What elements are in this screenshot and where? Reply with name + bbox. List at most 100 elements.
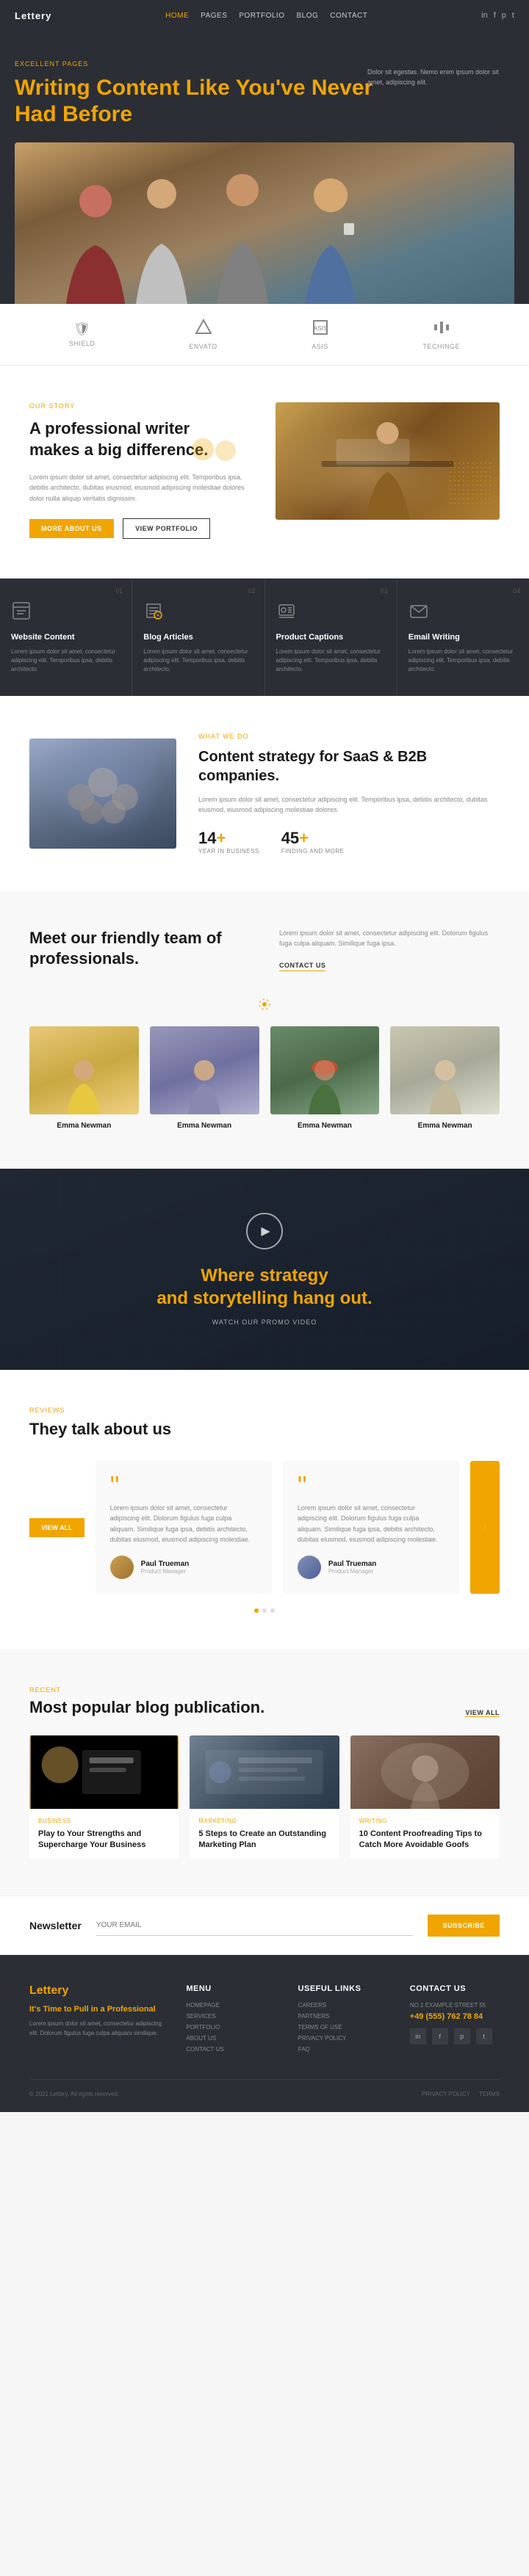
blog-content-1: BUSINESS Play to Your Strengths and Supe… xyxy=(29,1809,179,1859)
author-info-1: Paul Trueman Product Manager xyxy=(141,1560,190,1575)
service-name-1: Website Content xyxy=(11,633,120,642)
brand-logo[interactable]: Lettery xyxy=(15,10,51,21)
stat-projects-label: FINDING AND MORE xyxy=(281,848,345,855)
blog-card-title-1: Play to Your Strengths and Supercharge Y… xyxy=(38,1829,170,1850)
service-desc-2: Lorem ipsum dolor sit amet, consectetur … xyxy=(143,647,253,674)
strategy-section: WHAT WE DO Content strategy for SaaS & B… xyxy=(0,696,529,891)
nav-links: HOME PAGES PORTFOLIO BLOG CONTACT xyxy=(165,12,367,20)
author-name-2: Paul Trueman xyxy=(328,1560,377,1568)
footer-link-homepage[interactable]: HOMEPAGE xyxy=(186,2002,276,2009)
footer-menu-title: Menu xyxy=(186,1984,276,1993)
subscribe-button[interactable]: SUBSCRIBE xyxy=(428,1915,500,1937)
service-num-2: 02 xyxy=(248,587,255,595)
newsletter-label: Newsletter xyxy=(29,1920,82,1931)
nav-link-portfolio[interactable]: PORTFOLIO xyxy=(239,12,284,20)
footer-copyright: © 2021 Lettery. All rights reserved. xyxy=(29,2091,119,2097)
footer-social-pinterest[interactable]: p xyxy=(454,2028,470,2045)
social-linkedin-icon[interactable]: in xyxy=(481,11,488,20)
footer-link-services[interactable]: SERVICES xyxy=(186,2013,276,2020)
blog-image-3 xyxy=(350,1735,500,1809)
logo-envato-name: ENVATO xyxy=(189,343,217,350)
footer-tagline: It's Time to Pull in a Professional xyxy=(29,2005,164,2014)
team-right: Lorem ipsum dolor sit amet, consectetur … xyxy=(279,928,500,971)
blog-header-left: RECENT Most popular blog publication. xyxy=(29,1686,264,1717)
blog-content-3: WRITING 10 Content Proofreading Tips to … xyxy=(350,1809,500,1859)
footer-social-twitter[interactable]: t xyxy=(476,2028,492,2045)
dot-1[interactable] xyxy=(254,1608,259,1613)
contact-us-link[interactable]: CONTACT US xyxy=(279,962,325,971)
footer-address: NO.1 EXAMPLE STREET 55 xyxy=(410,2002,500,2009)
strategy-desc: Lorem ipsum dolor sit amet, consectetur … xyxy=(198,794,500,816)
testimonial-card-1: " Lorem ipsum dolor sit amet, consectetu… xyxy=(96,1461,272,1594)
social-pinterest-icon[interactable]: p xyxy=(502,11,506,20)
footer-bottom-privacy[interactable]: PRIVACY POLICY xyxy=(422,2091,470,2097)
footer-col-contact: Contact Us NO.1 EXAMPLE STREET 55 +49 (5… xyxy=(410,1984,500,2057)
footer-useful-title: Useful Links xyxy=(298,1984,388,1993)
quote-mark-2: " xyxy=(298,1476,445,1497)
nav-link-blog[interactable]: BLOG xyxy=(296,12,318,20)
footer-link-partners[interactable]: PARTNERS xyxy=(298,2013,388,2020)
stat-years: 14+ YEAR IN BUSINESS xyxy=(198,829,259,855)
asis-icon: ASIS xyxy=(312,319,329,340)
testimonial-text-1: Lorem ipsum dolor sit amet, consectetur … xyxy=(110,1503,257,1545)
video-section: Where strategy and storytelling hang out… xyxy=(0,1169,529,1370)
testimonials-action-col: VIEW ALL xyxy=(29,1461,84,1594)
testimonial-avatar-1 xyxy=(110,1556,134,1579)
footer-link-about[interactable]: ABOUT US xyxy=(186,2035,276,2042)
dot-2[interactable] xyxy=(262,1608,267,1613)
testimonials-header: REVIEWS They talk about us xyxy=(29,1407,500,1439)
footer-logo: Lettery xyxy=(29,1984,164,1998)
social-twitter-icon[interactable]: t xyxy=(512,11,514,20)
logo-shield-name: SHIELD xyxy=(69,340,96,347)
footer-link-terms[interactable]: TERMS OF USE xyxy=(298,2024,388,2031)
social-facebook-icon[interactable]: f xyxy=(494,11,496,20)
footer-social-facebook[interactable]: f xyxy=(432,2028,448,2045)
team-name-1: Emma Newman xyxy=(29,1122,139,1130)
blog-card-1[interactable]: BUSINESS Play to Your Strengths and Supe… xyxy=(29,1735,179,1859)
service-desc-4: Lorem ipsum dolor sit amet, consectetur … xyxy=(409,647,518,674)
view-all-testimonials-btn[interactable]: VIEW ALL xyxy=(29,1518,84,1537)
blog-title: Most popular blog publication. xyxy=(29,1698,264,1717)
logo-asis-name: ASIS xyxy=(312,343,328,350)
logo-shield: 🛡 SHIELD xyxy=(69,322,96,347)
footer-link-portfolio[interactable]: PORTFOLIO xyxy=(186,2024,276,2031)
footer-phone: +49 (555) 762 78 84 xyxy=(410,2012,500,2021)
play-button[interactable] xyxy=(246,1213,283,1249)
view-portfolio-btn[interactable]: VIEW PORTFOLIO xyxy=(123,518,210,539)
footer-link-privacy[interactable]: PRIVACY POLICY xyxy=(298,2035,388,2042)
logos-bar: 🛡 SHIELD ENVATO ASIS ASIS Techinge xyxy=(0,304,529,366)
service-num-4: 04 xyxy=(513,587,520,595)
testimonial-author-1: Paul Trueman Product Manager xyxy=(110,1556,257,1579)
footer-link-careers[interactable]: CAREERS xyxy=(298,2002,388,2009)
nav-link-contact[interactable]: CONTACT xyxy=(330,12,367,20)
service-icon-3 xyxy=(276,601,386,625)
service-blog: 02 Blog Articles Lorem ipsum dolor sit a… xyxy=(132,578,264,696)
footer-link-faq[interactable]: FAQ xyxy=(298,2046,388,2053)
logo-asis: ASIS ASIS xyxy=(312,319,329,350)
hero-image xyxy=(15,142,514,304)
envato-icon xyxy=(195,319,212,340)
service-desc-1: Lorem ipsum dolor sit amet, consectetur … xyxy=(11,647,120,674)
footer-bottom-terms[interactable]: TERMS xyxy=(479,2091,500,2097)
team-name-3: Emma Newman xyxy=(270,1122,380,1130)
video-title: Where strategy and storytelling hang out… xyxy=(29,1264,500,1310)
service-num-3: 03 xyxy=(381,587,388,595)
blog-card-3[interactable]: WRITING 10 Content Proofreading Tips to … xyxy=(350,1735,500,1859)
footer-social-linkedin[interactable]: in xyxy=(410,2028,426,2045)
blog-card-2[interactable]: MARKETING 5 Steps to Create an Outstandi… xyxy=(190,1735,339,1859)
more-about-btn[interactable]: MORE ABOUT US xyxy=(29,519,114,538)
nav-link-home[interactable]: HOME xyxy=(165,12,189,20)
nav-link-pages[interactable]: PAGES xyxy=(201,12,227,20)
strategy-right: WHAT WE DO Content strategy for SaaS & B… xyxy=(198,733,500,855)
blog-card-title-3: 10 Content Proofreading Tips to Catch Mo… xyxy=(359,1829,491,1850)
newsletter-input[interactable] xyxy=(96,1915,414,1936)
testimonial-dots xyxy=(29,1608,500,1613)
dot-3[interactable] xyxy=(270,1608,275,1613)
service-name-3: Product Captions xyxy=(276,633,386,642)
footer-link-contact[interactable]: CONTACT US xyxy=(186,2046,276,2053)
service-captions: 03 Product Captions Lorem ipsum dolor si… xyxy=(265,578,397,696)
view-all-blog-link[interactable]: VIEW ALL xyxy=(465,1709,500,1717)
stat-projects: 45+ FINDING AND MORE xyxy=(281,829,345,855)
team-card-3: Emma Newman xyxy=(270,1026,380,1132)
footer-brand: Lettery It's Time to Pull in a Professio… xyxy=(29,1984,164,2057)
